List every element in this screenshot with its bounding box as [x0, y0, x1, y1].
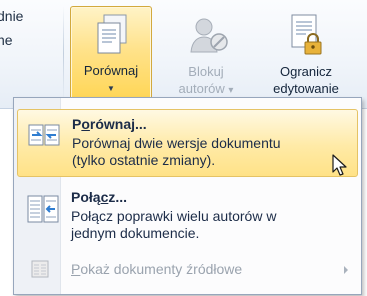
ribbon-separator	[63, 6, 64, 102]
block-authors-icon	[190, 18, 228, 53]
menu-item-combine-title: Połącz...	[71, 189, 127, 205]
compare-title-accesskey: o	[81, 116, 90, 132]
compare-title-rest: równaj...	[89, 116, 147, 132]
combine-title-prefix: Połą	[71, 189, 101, 205]
ribbon-cut-label-1: dnie	[0, 8, 24, 24]
document-lock-icon	[291, 14, 322, 55]
compare-documents-icon	[28, 124, 60, 146]
ribbon-cut-label-2: ne	[0, 32, 13, 48]
compare-desc-line1: Porównaj dwie wersje dokumentu	[72, 135, 281, 151]
block-authors-line1: Blokuj	[188, 64, 224, 79]
ribbon: dnie ne Porównaj ▼ Blokuj autorów ▾ Ogra…	[0, 0, 367, 109]
compare-dropdown-arrow: ▼	[107, 84, 115, 93]
block-authors-button[interactable]: Blokuj autorów ▾	[168, 6, 244, 102]
menu-item-show-source-title: Pokaż dokumenty źródłowe	[71, 261, 242, 277]
restrict-editing-button[interactable]: Ogranicz edytowanie	[248, 6, 364, 102]
menu-item-show-source-documents[interactable]: Pokaż dokumenty źródłowe	[17, 256, 358, 284]
combine-desc-line2: jednym dokumencie.	[71, 225, 200, 241]
compare-button-label: Porównaj	[83, 63, 139, 78]
restrict-editing-line1: Ogranicz	[279, 64, 333, 79]
mouse-cursor-icon	[332, 154, 347, 176]
submenu-arrow-icon	[344, 266, 348, 274]
combine-title-rest: z...	[108, 189, 128, 205]
combine-desc-line1: Połącz poprawki wielu autorów w	[71, 208, 277, 224]
compare-desc-line2: (tylko ostatnie zmiany).	[72, 152, 216, 168]
compare-button[interactable]: Porównaj ▼	[70, 6, 152, 104]
source-documents-icon	[31, 260, 49, 278]
source-title-rest: okaż dokumenty źródłowe	[80, 261, 243, 277]
menu-item-compare[interactable]: Porównaj... Porównaj dwie wersje dokumen…	[17, 109, 358, 177]
block-authors-arrow: ▾	[228, 85, 234, 96]
block-authors-line2: autorów	[178, 81, 225, 96]
document-compare-icon	[97, 14, 127, 54]
menu-item-combine-description: Połącz poprawki wielu autorów w jednym d…	[71, 208, 339, 242]
restrict-editing-line2: edytowanie	[273, 81, 339, 96]
menu-item-combine[interactable]: Połącz... Połącz poprawki wielu autorów …	[17, 184, 358, 246]
menu-item-compare-title: Porównaj...	[72, 116, 147, 132]
restrict-editing-label: Ogranicz edytowanie	[248, 63, 364, 97]
compare-dropdown-menu: Porównaj... Porównaj dwie wersje dokumen…	[13, 97, 362, 295]
menu-item-compare-description: Porównaj dwie wersje dokumentu (tylko os…	[72, 135, 340, 169]
block-authors-label: Blokuj autorów ▾	[168, 63, 244, 99]
combine-documents-icon	[27, 195, 59, 223]
compare-title-prefix: P	[72, 116, 82, 132]
source-title-accesskey: P	[71, 261, 81, 277]
